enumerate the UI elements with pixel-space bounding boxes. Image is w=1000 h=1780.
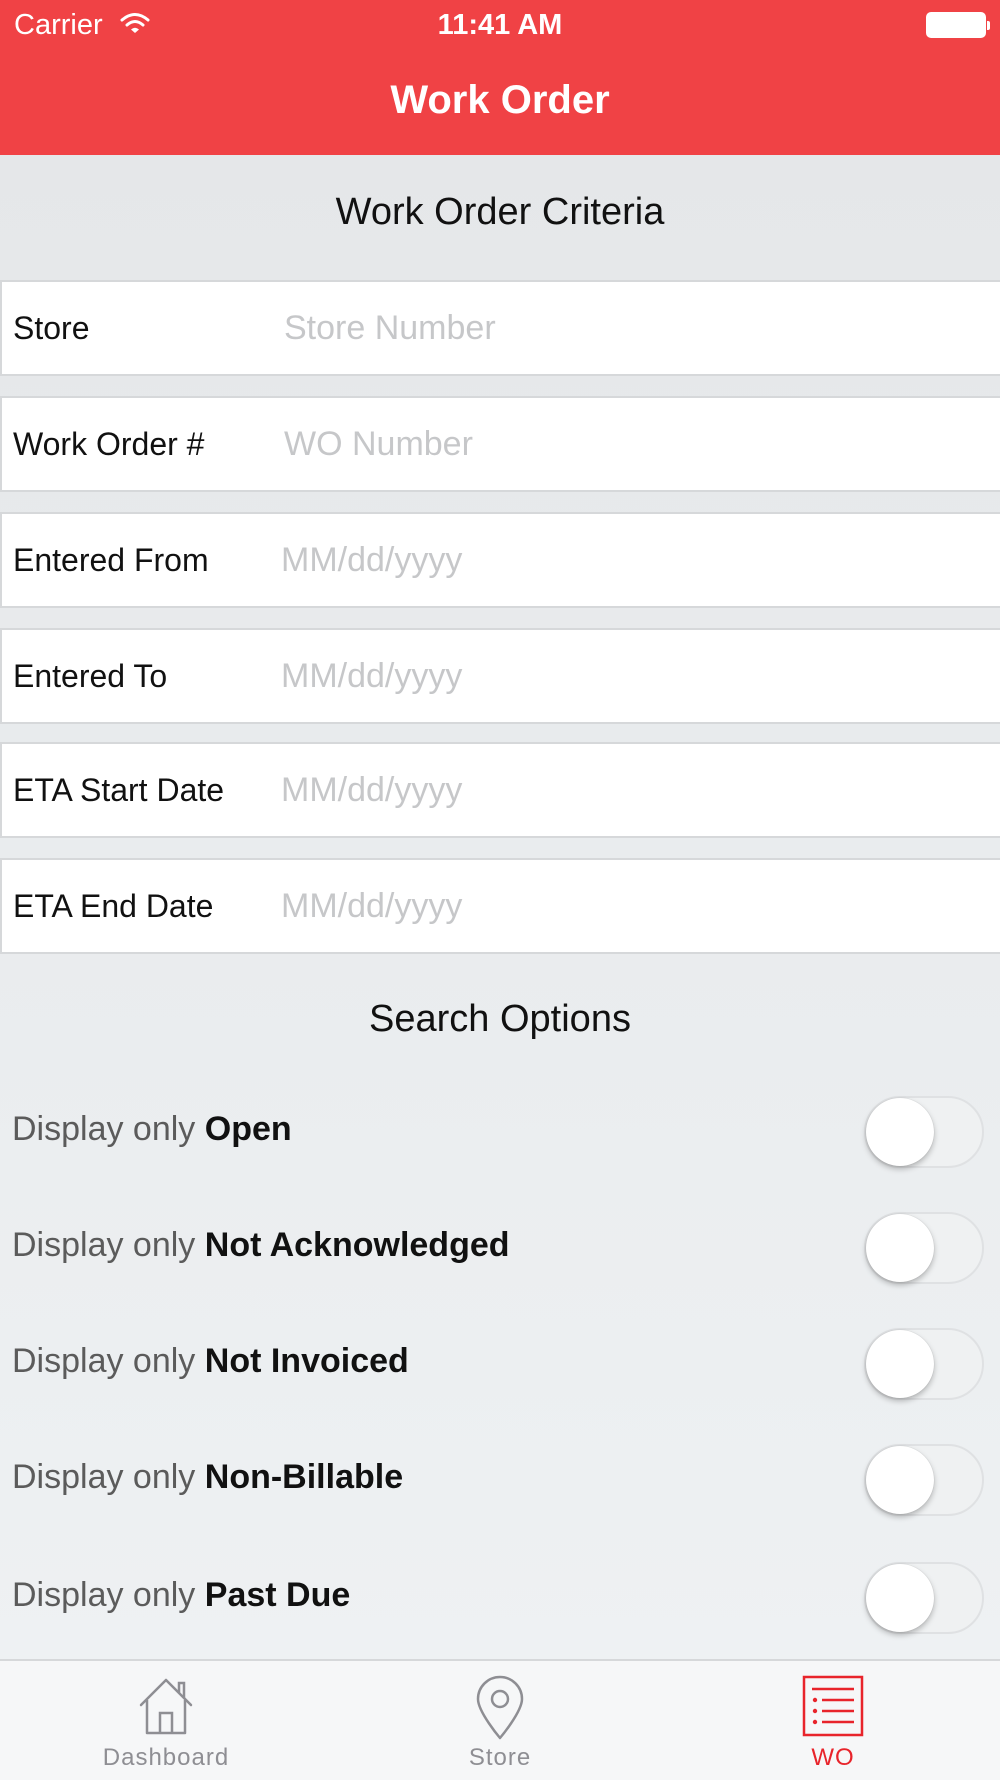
eta-start-field-row: ETA Start Date xyxy=(0,742,1000,838)
tab-bar: Dashboard Store WO xyxy=(0,1659,1000,1780)
location-pin-icon xyxy=(400,1675,600,1746)
option-row-non-billable: Display only Non-Billable xyxy=(0,1440,1000,1520)
page-title: Work Order xyxy=(390,78,610,122)
entered-from-field-row: Entered From xyxy=(0,512,1000,608)
option-text: Display only Non-Billable xyxy=(12,1458,403,1497)
option-prefix: Display only xyxy=(12,1342,196,1380)
entered-to-date-input[interactable] xyxy=(279,644,983,708)
criteria-section-title: Work Order Criteria xyxy=(335,191,665,233)
toggle-knob xyxy=(866,1330,934,1398)
option-prefix: Display only xyxy=(12,1110,196,1148)
work-order-field-row: Work Order # xyxy=(0,396,1000,492)
status-bar: Carrier 11:41 AM xyxy=(0,0,1000,50)
option-strong-label: Non-Billable xyxy=(204,1458,404,1496)
tab-store[interactable]: Store xyxy=(400,1661,600,1780)
work-order-form: Work Order Criteria Store Work Order # E… xyxy=(0,155,1000,1659)
toggle-knob xyxy=(866,1446,934,1514)
option-prefix: Display only xyxy=(12,1576,196,1614)
option-text: Display only Not Acknowledged xyxy=(12,1226,510,1265)
option-text: Display only Not Invoiced xyxy=(12,1342,409,1381)
search-options-title: Search Options xyxy=(369,998,631,1040)
store-number-input[interactable] xyxy=(282,296,986,360)
eta-start-label: ETA Start Date xyxy=(13,772,225,808)
option-text: Display only Past Due xyxy=(12,1576,350,1615)
toggle-knob xyxy=(866,1214,934,1282)
wo-number-input[interactable] xyxy=(282,412,986,476)
eta-start-date-input[interactable] xyxy=(279,758,983,822)
not-invoiced-toggle-switch[interactable] xyxy=(864,1328,984,1400)
option-prefix: Display only xyxy=(12,1226,196,1264)
option-strong-label: Not Invoiced xyxy=(204,1342,409,1380)
navigation-bar: Work Order xyxy=(0,50,1000,155)
option-row-not-invoiced: Display only Not Invoiced xyxy=(0,1324,1000,1404)
entered-to-field-row: Entered To xyxy=(0,628,1000,724)
past-due-toggle-switch[interactable] xyxy=(864,1562,984,1634)
open-toggle-switch[interactable] xyxy=(864,1096,984,1168)
not-acknowledged-toggle-switch[interactable] xyxy=(864,1212,984,1284)
option-row-past-due: Display only Past Due xyxy=(0,1558,1000,1638)
entered-from-date-input[interactable] xyxy=(279,528,983,592)
eta-end-date-input[interactable] xyxy=(279,874,983,938)
tab-wo-label: WO xyxy=(811,1744,855,1771)
tab-wo[interactable]: WO xyxy=(733,1661,933,1780)
option-text: Display only Open xyxy=(12,1110,292,1149)
option-strong-label: Not Acknowledged xyxy=(204,1226,510,1264)
tab-store-label: Store xyxy=(468,1744,532,1771)
option-row-not-acknowledged: Display only Not Acknowledged xyxy=(0,1208,1000,1288)
work-order-field-label: Work Order # xyxy=(13,426,205,462)
non-billable-toggle-switch[interactable] xyxy=(864,1444,984,1516)
eta-end-label: ETA End Date xyxy=(13,888,214,924)
entered-to-label: Entered To xyxy=(13,658,168,694)
option-strong-label: Open xyxy=(204,1110,292,1148)
store-field-row: Store xyxy=(0,280,1000,376)
tab-dashboard-label: Dashboard xyxy=(102,1744,230,1771)
toggle-knob xyxy=(866,1564,934,1632)
clock-time: 11:41 AM xyxy=(437,9,563,41)
tab-dashboard[interactable]: Dashboard xyxy=(66,1661,266,1780)
eta-end-field-row: ETA End Date xyxy=(0,858,1000,954)
option-strong-label: Past Due xyxy=(204,1576,351,1614)
house-icon xyxy=(66,1675,266,1742)
store-field-label: Store xyxy=(13,310,90,346)
battery-icon xyxy=(926,12,990,38)
entered-from-label: Entered From xyxy=(13,542,209,578)
list-icon xyxy=(733,1675,933,1742)
option-row-open: Display only Open xyxy=(0,1092,1000,1172)
toggle-knob xyxy=(866,1098,934,1166)
option-prefix: Display only xyxy=(12,1458,196,1496)
